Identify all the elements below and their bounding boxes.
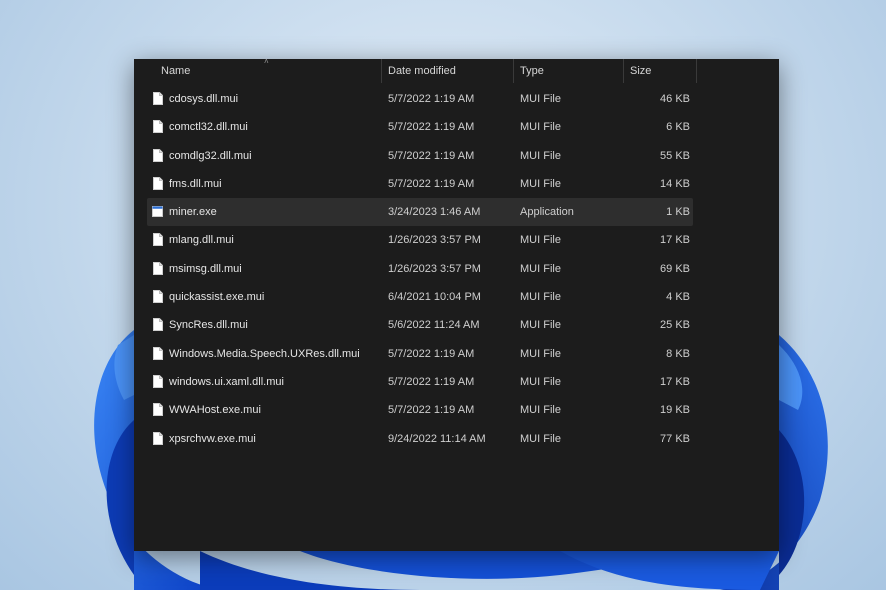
column-header-type[interactable]: Type <box>514 59 624 83</box>
file-row[interactable]: miner.exe 3/24/2023 1:46 AM Application 1 K… <box>147 198 693 227</box>
file-name: msimsg.dll.mui <box>169 262 242 275</box>
file-type: MUI File <box>520 291 561 304</box>
file-name: cdosys.dll.mui <box>169 93 239 105</box>
file-type: Application <box>520 206 574 219</box>
file-size: 14 KB <box>660 177 690 190</box>
file-type: MUI File <box>520 93 561 105</box>
file-size: 19 KB <box>660 404 690 417</box>
column-header-size[interactable]: Size <box>624 59 697 83</box>
file-date-modified: 5/7/2022 1:19 AM <box>388 177 475 190</box>
file-size: 77 KB <box>660 432 690 445</box>
file-size: 69 KB <box>660 262 690 275</box>
file-name: WWAHost.exe.mui <box>169 404 261 417</box>
column-header-bar: ˄ Name Date modified Type Size <box>134 59 779 83</box>
file-size: 1 KB <box>666 206 690 219</box>
file-list: cdosys.dll.mui 5/7/2022 1:19 AM MUI File 46… <box>147 85 693 453</box>
file-date-modified: 5/7/2022 1:19 AM <box>388 375 475 388</box>
file-size: 55 KB <box>660 149 690 162</box>
file-row[interactable]: comdlg32.dll.mui 5/7/2022 1:19 AM MUI File… <box>147 142 693 170</box>
file-date-modified: 1/26/2023 3:57 PM <box>388 262 481 275</box>
file-name: miner.exe <box>169 206 217 219</box>
file-name: comctl32.dll.mui <box>169 121 248 134</box>
file-size: 17 KB <box>660 375 690 388</box>
file-row[interactable]: xpsrchvw.exe.mui 9/24/2022 11:14 AM MUI Fi… <box>147 425 693 453</box>
file-date-modified: 5/6/2022 11:24 AM <box>388 319 480 332</box>
file-name: mlang.dll.mui <box>169 234 234 247</box>
file-date-modified: 6/4/2021 10:04 PM <box>388 291 481 304</box>
file-type: MUI File <box>520 149 561 162</box>
file-type: MUI File <box>520 234 561 247</box>
file-type: MUI File <box>520 375 561 388</box>
file-explorer-window: ˄ Name Date modified Type Size cdosys.dl… <box>134 59 779 551</box>
file-type: MUI File <box>520 432 561 445</box>
file-date-modified: 5/7/2022 1:19 AM <box>388 404 475 417</box>
file-size: 46 KB <box>660 93 690 105</box>
file-name: comdlg32.dll.mui <box>169 149 252 162</box>
file-name: windows.ui.xaml.dll.mui <box>169 375 284 388</box>
file-name: SyncRes.dll.mui <box>169 319 248 332</box>
file-size: 25 KB <box>660 319 690 332</box>
file-name: quickassist.exe.mui <box>169 291 265 304</box>
file-type: MUI File <box>520 121 561 134</box>
file-size: 17 KB <box>660 234 690 247</box>
column-header-date-modified[interactable]: Date modified <box>382 59 514 83</box>
file-size: 4 KB <box>666 291 690 304</box>
file-date-modified: 3/24/2023 1:46 AM <box>388 206 481 219</box>
file-row[interactable]: quickassist.exe.mui 6/4/2021 10:04 PM MUI … <box>147 283 693 311</box>
file-name: fms.dll.mui <box>169 177 222 190</box>
file-date-modified: 5/7/2022 1:19 AM <box>388 149 475 162</box>
file-date-modified: 5/7/2022 1:19 AM <box>388 121 475 134</box>
file-type: MUI File <box>520 347 561 360</box>
file-row[interactable]: msimsg.dll.mui 1/26/2023 3:57 PM MUI File 6… <box>147 255 693 283</box>
file-date-modified: 1/26/2023 3:57 PM <box>388 234 481 247</box>
file-row[interactable]: fms.dll.mui 5/7/2022 1:19 AM MUI File 14 KB <box>147 170 693 198</box>
file-row[interactable]: WWAHost.exe.mui 5/7/2022 1:19 AM MUI File 1… <box>147 396 693 424</box>
column-header-name[interactable]: Name <box>155 59 382 83</box>
file-type: MUI File <box>520 262 561 275</box>
file-name: Windows.Media.Speech.UXRes.dll.mui <box>169 347 360 360</box>
file-date-modified: 9/24/2022 11:14 AM <box>388 432 486 445</box>
file-row[interactable]: comctl32.dll.mui 5/7/2022 1:19 AM MUI File… <box>147 113 693 141</box>
file-row[interactable]: mlang.dll.mui 1/26/2023 3:57 PM MUI File 17… <box>147 226 693 254</box>
file-row[interactable]: Windows.Media.Speech.UXRes.dll.mui 5/7/20… <box>147 340 693 368</box>
file-size: 6 KB <box>666 121 690 134</box>
file-type: MUI File <box>520 177 561 190</box>
file-row[interactable]: SyncRes.dll.mui 5/6/2022 11:24 AM MUI File… <box>147 311 693 339</box>
file-date-modified: 5/7/2022 1:19 AM <box>388 93 475 105</box>
file-type: MUI File <box>520 319 561 332</box>
file-date-modified: 5/7/2022 1:19 AM <box>388 347 475 360</box>
file-row[interactable]: windows.ui.xaml.dll.mui 5/7/2022 1:19 AM M… <box>147 368 693 396</box>
file-name: xpsrchvw.exe.mui <box>169 432 256 445</box>
file-type: MUI File <box>520 404 561 417</box>
file-size: 8 KB <box>666 347 690 360</box>
file-row[interactable]: cdosys.dll.mui 5/7/2022 1:19 AM MUI File 46… <box>147 85 693 113</box>
